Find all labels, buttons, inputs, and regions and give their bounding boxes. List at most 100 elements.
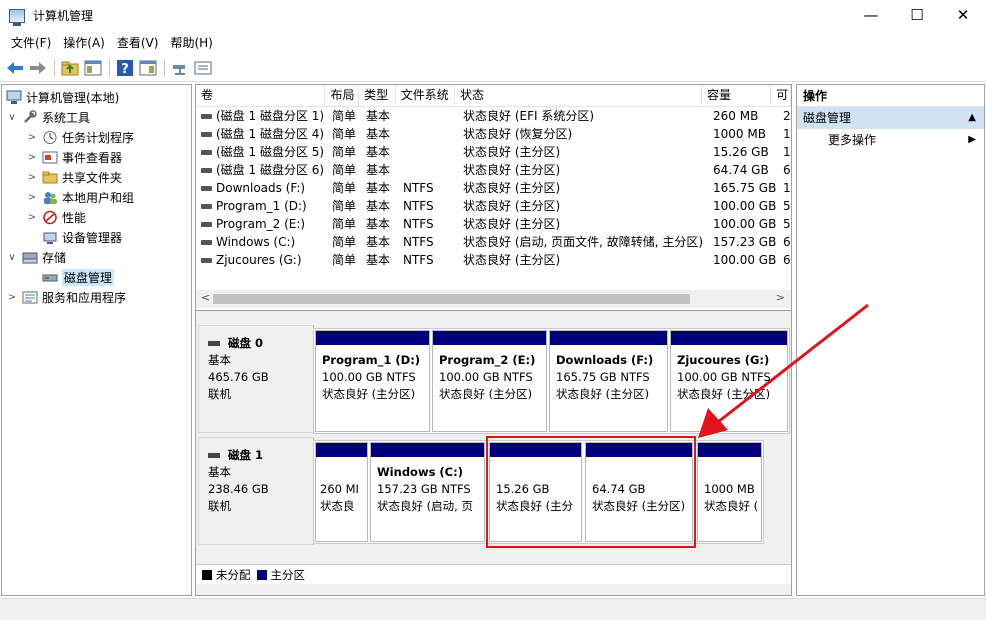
- properties-icon[interactable]: [192, 57, 214, 79]
- collapse-up-icon[interactable]: ▲: [968, 107, 976, 129]
- forward-icon[interactable]: [27, 57, 49, 79]
- primary-partition-bar: [671, 331, 787, 345]
- expand-icon[interactable]: ∨: [6, 112, 18, 123]
- cell-text: NTFS: [403, 199, 434, 213]
- tree-item-device-manager[interactable]: 设备管理器: [26, 227, 122, 247]
- cell-text: 状态良好 (恢复分区): [463, 127, 573, 141]
- expand-icon[interactable]: ∨: [6, 252, 18, 263]
- tree-item-system-tools[interactable]: ∨ 系统工具: [6, 107, 90, 127]
- back-icon[interactable]: [4, 57, 26, 79]
- partition-program2[interactable]: Program_2 (E:) 100.00 GB NTFS 状态良好 (主分区): [432, 330, 547, 432]
- expand-icon[interactable]: >: [26, 132, 38, 143]
- disk-0-info[interactable]: 磁盘 0 基本 465.76 GB 联机: [198, 325, 314, 433]
- tree-item-storage[interactable]: ∨ 存储: [6, 247, 66, 267]
- tree-item-computer-management[interactable]: 计算机管理(本地): [6, 87, 119, 107]
- cell-text: NTFS: [403, 253, 434, 267]
- volume-cell: 简单: [327, 161, 361, 179]
- volume-cell: [398, 107, 458, 125]
- volume-table-row[interactable]: Program_2 (E:) 简单 基本 NTFS 状态良好 (主分区) 100.00 G…: [196, 215, 791, 233]
- disk-1-info[interactable]: 磁盘 1 基本 238.46 GB 联机: [198, 437, 314, 545]
- tree-item-local-users-groups[interactable]: > 本地用户和组: [26, 187, 134, 207]
- tree-item-services-apps[interactable]: > 服务和应用程序: [6, 287, 126, 307]
- volume-table-row[interactable]: (磁盘 1 磁盘分区 5) 简单 基本 状态良好 (主分区) 15.26 GB 1: [196, 143, 791, 161]
- close-button[interactable]: ✕: [940, 0, 986, 30]
- volume-cell: 6: [778, 161, 791, 179]
- minimize-button[interactable]: —: [848, 0, 894, 30]
- tree-item-disk-management[interactable]: 磁盘管理: [26, 267, 115, 287]
- volume-table-row[interactable]: (磁盘 1 磁盘分区 6) 简单 基本 状态良好 (主分区) 64.74 GB 6: [196, 161, 791, 179]
- cell-text: Zjucoures (G:): [216, 253, 302, 267]
- partition-status: 状态良好 (主分区): [556, 387, 650, 401]
- action-more-actions[interactable]: 更多操作 ▶: [797, 129, 984, 151]
- menu-file[interactable]: 文件(F): [5, 34, 57, 51]
- partition-zjucoures[interactable]: Zjucoures (G:) 100.00 GB NTFS 状态良好 (主分区): [670, 330, 788, 432]
- menu-help[interactable]: 帮助(H): [164, 34, 218, 51]
- scroll-right-icon[interactable]: >: [776, 291, 785, 304]
- show-hide-action-pane-icon[interactable]: [137, 57, 159, 79]
- cell-text: 简单: [332, 181, 357, 195]
- tree-item-task-scheduler[interactable]: > 任务计划程序: [26, 127, 134, 147]
- partition-name: Zjucoures (G:): [677, 353, 770, 367]
- show-hide-tree-icon[interactable]: [82, 57, 104, 79]
- scroll-left-icon[interactable]: <: [201, 291, 210, 304]
- column-header-type[interactable]: 类型: [359, 85, 396, 107]
- disk-management-icon: [42, 270, 58, 285]
- cell-text: 64.74 GB: [713, 163, 769, 177]
- volume-cell: 状态良好 (主分区): [458, 215, 708, 233]
- partition-efi[interactable]: 260 MI 状态良: [315, 442, 368, 542]
- volume-name-cell: Zjucoures (G:): [196, 251, 327, 269]
- cell-text: NTFS: [403, 181, 434, 195]
- scrollbar-thumb[interactable]: [213, 294, 690, 304]
- expand-icon[interactable]: >: [26, 152, 38, 163]
- toolbar-separator: [109, 58, 110, 77]
- expand-icon[interactable]: >: [26, 212, 38, 223]
- volume-cell: 5: [778, 215, 791, 233]
- drive-icon: [201, 150, 212, 155]
- cell-text: 165.75 GB: [713, 181, 777, 195]
- up-folder-icon[interactable]: [59, 57, 81, 79]
- disk-status: 联机: [208, 387, 231, 401]
- menu-action[interactable]: 操作(A): [57, 34, 111, 51]
- partition-windows[interactable]: Windows (C:) 157.23 GB NTFS 状态良好 (启动, 页: [370, 442, 485, 542]
- connect-icon[interactable]: [169, 57, 191, 79]
- tree-item-performance[interactable]: > 性能: [26, 207, 86, 227]
- tree-item-event-viewer[interactable]: > 事件查看器: [26, 147, 122, 167]
- volume-table-row[interactable]: Windows (C:) 简单 基本 NTFS 状态良好 (启动, 页面文件, 故障转储…: [196, 233, 791, 251]
- menu-view[interactable]: 查看(V): [111, 34, 165, 51]
- volume-table-row[interactable]: Zjucoures (G:) 简单 基本 NTFS 状态良好 (主分区) 100.00 G…: [196, 251, 791, 269]
- column-header-status[interactable]: 状态: [455, 85, 702, 107]
- cell-text: 状态良好 (主分区): [463, 253, 561, 267]
- expand-icon[interactable]: >: [26, 172, 38, 183]
- column-header-capacity[interactable]: 容量: [702, 85, 772, 107]
- column-header-volume[interactable]: 卷: [196, 85, 326, 107]
- help-icon[interactable]: ?: [114, 57, 136, 79]
- primary-partition-bar: [371, 443, 484, 457]
- cell-text: Program_1 (D:): [216, 199, 307, 213]
- partition-recovery[interactable]: 1000 MB 状态良好 (: [697, 442, 762, 542]
- column-header-layout[interactable]: 布局: [325, 85, 360, 107]
- volume-table-row[interactable]: (磁盘 1 磁盘分区 1) 简单 基本 状态良好 (EFI 系统分区) 260 MB 2: [196, 107, 791, 125]
- volume-table-row[interactable]: Downloads (F:) 简单 基本 NTFS 状态良好 (主分区) 165.75 G…: [196, 179, 791, 197]
- volume-cell: 2: [778, 107, 791, 125]
- cell-text: Downloads (F:): [216, 181, 306, 195]
- maximize-button[interactable]: ☐: [894, 0, 940, 30]
- expand-icon[interactable]: >: [26, 192, 38, 203]
- tree-item-shared-folders[interactable]: > 共享文件夹: [26, 167, 122, 187]
- submenu-arrow-icon: ▶: [968, 134, 976, 145]
- expand-icon[interactable]: >: [6, 292, 18, 303]
- volume-cell: 100.00 GB: [708, 197, 778, 215]
- action-section-disk-management[interactable]: 磁盘管理 ▲: [797, 107, 984, 129]
- volume-table-row[interactable]: Program_1 (D:) 简单 基本 NTFS 状态良好 (主分区) 100.00 G…: [196, 197, 791, 215]
- horizontal-scrollbar[interactable]: < >: [196, 290, 791, 308]
- drive-icon: [201, 204, 212, 209]
- column-header-filesystem[interactable]: 文件系统: [396, 85, 456, 107]
- cell-text: 基本: [366, 127, 391, 141]
- column-header-free[interactable]: 可: [771, 85, 791, 107]
- partition-downloads[interactable]: Downloads (F:) 165.75 GB NTFS 状态良好 (主分区): [549, 330, 668, 432]
- volume-cell: 状态良好 (主分区): [458, 161, 708, 179]
- volume-table-row[interactable]: (磁盘 1 磁盘分区 4) 简单 基本 状态良好 (恢复分区) 1000 MB 1: [196, 125, 791, 143]
- action-pane: 操作 磁盘管理 ▲ 更多操作 ▶: [796, 84, 985, 596]
- cell-text: 状态良好 (EFI 系统分区): [463, 109, 595, 123]
- primary-partition-bar: [316, 443, 367, 457]
- partition-program1[interactable]: Program_1 (D:) 100.00 GB NTFS 状态良好 (主分区): [315, 330, 430, 432]
